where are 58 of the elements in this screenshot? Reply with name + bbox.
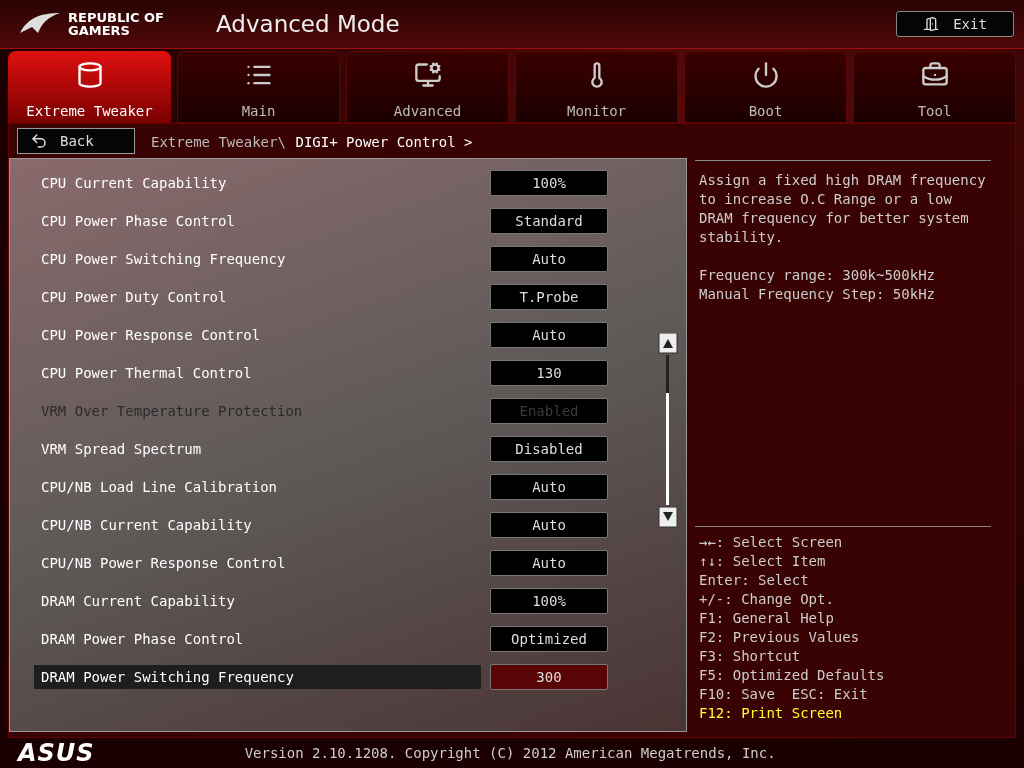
setting-value[interactable]: 300 <box>490 664 608 690</box>
brand-name: REPUBLIC OF GAMERS <box>68 11 165 37</box>
setting-label[interactable]: CPU/NB Current Capability <box>34 513 481 537</box>
help-detail: Frequency range: 300k~500kHz <box>699 266 936 285</box>
setting-value[interactable]: Auto <box>490 322 608 348</box>
exit-button[interactable]: Exit <box>896 11 1014 37</box>
setting-value[interactable]: Standard <box>490 208 608 234</box>
drum-icon <box>75 61 104 89</box>
setting-value[interactable]: Auto <box>490 512 608 538</box>
door-icon <box>923 16 940 32</box>
setting-label[interactable]: CPU Power Response Control <box>34 323 481 347</box>
key-hint: F3: Shortcut <box>699 647 802 666</box>
setting-label[interactable]: CPU Power Phase Control <box>34 209 481 233</box>
key-hint: Enter: Select <box>699 571 810 590</box>
back-button[interactable]: Back <box>17 128 135 154</box>
key-hint: +/-: Change Opt. <box>699 590 835 609</box>
setting-value[interactable]: Disabled <box>490 436 608 462</box>
tab[interactable]: Advanced <box>346 51 509 123</box>
setting-label[interactable]: CPU/NB Load Line Calibration <box>34 475 481 499</box>
setting-label[interactable]: CPU Power Thermal Control <box>34 361 481 385</box>
scrollbar-drawing[interactable] <box>658 333 678 529</box>
tab[interactable]: Monitor <box>515 51 678 123</box>
setting-value[interactable]: Auto <box>490 474 608 500</box>
setting-label[interactable]: DRAM Power Phase Control <box>34 627 481 651</box>
back-arrow-icon <box>30 132 48 150</box>
key-hint: F5: Optimized Defaults <box>699 666 886 685</box>
setting-value[interactable]: Auto <box>490 246 608 272</box>
setting-label[interactable]: CPU Power Switching Frequency <box>34 247 481 271</box>
setting-value[interactable]: T.Probe <box>490 284 608 310</box>
tab[interactable]: Extreme Tweaker <box>8 51 171 123</box>
key-hint: F10: Save ESC: Exit <box>699 685 869 704</box>
setting-value[interactable]: 100% <box>490 170 608 196</box>
tab[interactable]: Main <box>177 51 340 123</box>
version-text: Version 2.10.1208. Copyright (C) 2012 American Megatrends, Inc. <box>244 745 776 761</box>
setting-value[interactable]: Optimized <box>490 626 608 652</box>
key-hint: ↑↓: Select Item <box>699 552 827 571</box>
setting-value[interactable]: 100% <box>490 588 608 614</box>
key-hint: F1: General Help <box>699 609 835 628</box>
help-detail: Manual Frequency Step: 50kHz <box>699 285 936 304</box>
setting-label[interactable]: CPU Current Capability <box>34 171 481 195</box>
help-text: Assign a fixed high DRAM frequency to increase O.C Range or a low DRAM frequency for better system stability. <box>699 171 987 247</box>
power-icon <box>751 61 780 89</box>
setting-label[interactable]: VRM Spread Spectrum <box>34 437 481 461</box>
setting-value[interactable]: Auto <box>490 550 608 576</box>
breadcrumb-current: DIGI+ Power Control > <box>295 133 473 150</box>
tab[interactable]: Tool <box>853 51 1016 123</box>
tab[interactable]: Boot <box>684 51 847 123</box>
breadcrumb-parent: Extreme Tweaker\ <box>151 133 286 150</box>
key-hint: F2: Previous Values <box>699 628 861 647</box>
setting-value[interactable]: 130 <box>490 360 608 386</box>
asus-logo: ASUS <box>18 739 95 767</box>
setting-label[interactable]: CPU/NB Power Response Control <box>34 551 481 575</box>
setting-label[interactable]: DRAM Power Switching Frequency <box>34 665 481 689</box>
setting-label[interactable]: CPU Power Duty Control <box>34 285 481 309</box>
key-hint: F12: Print Screen <box>699 704 844 723</box>
key-hint: →←: Select Screen <box>699 533 844 552</box>
window-title: Advanced Mode <box>216 11 400 37</box>
setting-label[interactable]: DRAM Current Capability <box>34 589 481 613</box>
